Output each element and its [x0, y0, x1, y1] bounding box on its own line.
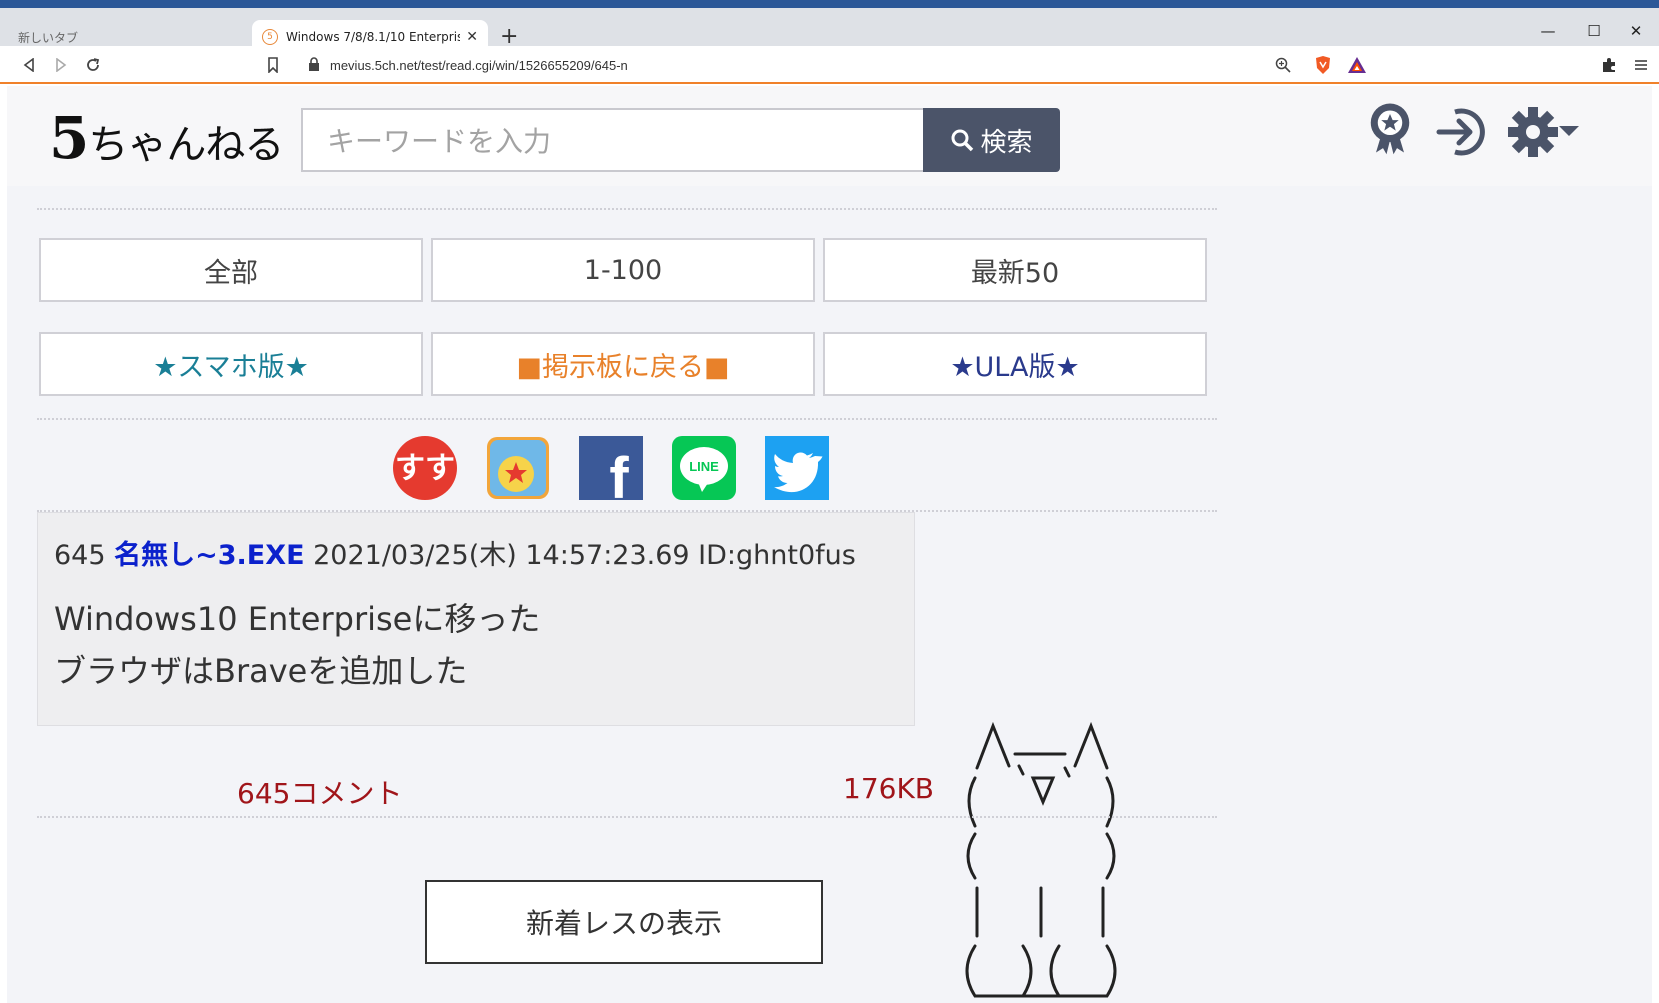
post-date-id: 2021/03/25(木) 14:57:23.69 ID:ghnt0fus — [313, 540, 856, 571]
post-header: 645 名無し~3.EXE 2021/03/25(木) 14:57:23.69 … — [54, 533, 856, 572]
5ch-logo[interactable]: 5ちゃんねる — [49, 104, 284, 172]
app-icon[interactable] — [486, 436, 550, 500]
svg-text:LINE: LINE — [689, 459, 719, 474]
url-text: mevius.5ch.net/test/read.cgi/win/1526655… — [330, 57, 628, 73]
tab-title: 新しいタブ — [18, 30, 79, 45]
search-button[interactable]: 検索 — [923, 108, 1060, 172]
brave-shields-button[interactable] — [1312, 54, 1334, 76]
divider — [37, 816, 1217, 818]
bookmark-button[interactable] — [262, 54, 284, 76]
nav-1-100-button[interactable]: 1-100 — [431, 238, 815, 302]
nav-latest50-button[interactable]: 最新50 — [823, 238, 1207, 302]
post-author[interactable]: 名無し~3.EXE — [114, 540, 304, 571]
post-number[interactable]: 645 — [54, 540, 106, 571]
logo-text: ちゃんねる — [88, 122, 284, 168]
maximize-button[interactable]: ☐ — [1574, 18, 1614, 44]
svg-text:f: f — [609, 446, 629, 500]
tab-title: Windows 7/8/8.1/10 Enterprise Pa — [286, 30, 461, 44]
site-header: 5ちゃんねる キーワードを入力 検索 — [7, 86, 1652, 186]
hamburger-menu-icon — [1635, 60, 1647, 70]
gear-icon[interactable] — [1507, 104, 1587, 160]
show-new-replies-button[interactable]: 新着レスの表示 — [425, 880, 823, 964]
divider — [37, 418, 1217, 420]
divider — [37, 208, 1217, 210]
svg-text:すす: すす — [395, 451, 455, 486]
puzzle-icon — [1603, 58, 1615, 72]
forward-button[interactable] — [50, 54, 72, 76]
extensions-button[interactable] — [1598, 54, 1620, 76]
nav-ula-button[interactable]: ★ULA版★ — [823, 332, 1207, 396]
back-button[interactable] — [18, 54, 40, 76]
address-bar[interactable]: mevius.5ch.net/test/read.cgi/win/1526655… — [298, 51, 1376, 79]
back-arrow-icon — [23, 58, 34, 72]
reload-icon — [87, 58, 100, 71]
brave-lion-icon — [1316, 56, 1330, 74]
post-645: 645 名無し~3.EXE 2021/03/25(木) 14:57:23.69 … — [37, 512, 915, 726]
tab-close-icon[interactable]: ✕ — [466, 29, 478, 45]
zoom-icon — [1275, 57, 1291, 73]
chevron-down-icon — [1559, 126, 1579, 136]
minimize-button[interactable]: — — [1528, 18, 1568, 44]
menu-button[interactable] — [1630, 54, 1652, 76]
post-body-line: Windows10 Enterpriseに移った — [54, 600, 541, 638]
login-icon[interactable] — [1435, 104, 1491, 160]
nav-all-button[interactable]: 全部 — [39, 238, 423, 302]
post-body: Windows10 Enterpriseに移った ブラウザはBraveを追加した — [54, 593, 540, 697]
bookmark-icon — [268, 57, 278, 73]
close-window-button[interactable]: ✕ — [1616, 18, 1656, 44]
browser-toolbar: mevius.5ch.net/test/read.cgi/win/1526655… — [0, 46, 1659, 84]
tab-bar: 新しいタブ 5 Windows 7/8/8.1/10 Enterprise Pa… — [0, 0, 1659, 54]
line-icon[interactable]: LINE — [672, 436, 736, 500]
search-button-label: 検索 — [980, 127, 1033, 158]
brave-rewards-button[interactable] — [1346, 54, 1368, 76]
thread-size: 176KB — [843, 772, 935, 805]
5ch-favicon-icon: 5 — [262, 29, 278, 45]
facebook-icon[interactable]: f — [579, 436, 643, 500]
award-icon[interactable] — [1362, 100, 1418, 156]
twitter-icon[interactable] — [765, 436, 829, 500]
bat-triangle-icon — [1348, 57, 1366, 73]
susu-icon[interactable]: すす — [393, 436, 457, 500]
search-icon — [951, 129, 974, 152]
nav-smartphone-button[interactable]: ★スマホ版★ — [39, 332, 423, 396]
cat-mascot-illustration — [965, 721, 1117, 998]
lock-icon — [309, 57, 319, 71]
logo-number: 5 — [49, 104, 89, 172]
reload-button[interactable] — [82, 54, 104, 76]
search-placeholder: キーワードを入力 — [327, 125, 552, 158]
forward-arrow-icon — [56, 58, 67, 72]
search-input[interactable]: キーワードを入力 — [301, 108, 931, 172]
nav-back-to-board-button[interactable]: ■掲示板に戻る■ — [431, 332, 815, 396]
comment-count: 645コメント — [237, 777, 403, 810]
zoom-button[interactable] — [1272, 54, 1294, 76]
post-body-line: ブラウザはBraveを追加した — [54, 652, 468, 690]
page-content: 5ちゃんねる キーワードを入力 検索 全部 1-100 最新50 ★スマホ版★ … — [7, 86, 1652, 1003]
